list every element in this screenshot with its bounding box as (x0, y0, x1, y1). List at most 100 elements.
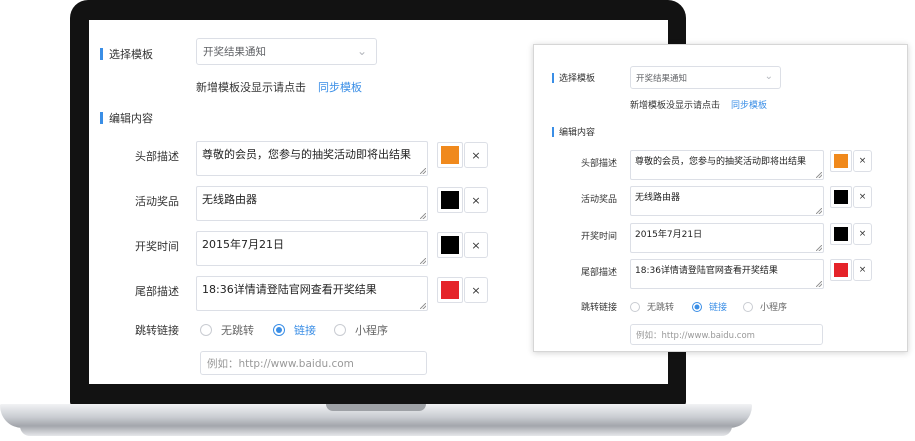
textarea-value: 尊敬的会员，您参与的抽奖活动即将出结果 (202, 148, 411, 161)
textarea-value: 无线路由器 (202, 193, 257, 206)
chevron-down-icon: ⌄ (764, 71, 773, 82)
radio-label: 链接 (709, 303, 728, 313)
color-picker-header[interactable] (437, 142, 463, 168)
preview-card: 选择模板 开奖结果通知 ⌄ 新增模板没显示请点击 同步模板 编辑内容 头部描述 … (533, 44, 908, 352)
template-select[interactable]: 开奖结果通知 ⌄ (630, 66, 781, 89)
resize-handle[interactable] (816, 245, 822, 251)
resize-handle[interactable] (420, 303, 426, 309)
prize-textarea[interactable]: 无线路由器 (196, 186, 428, 221)
radio-link[interactable]: 链接 (273, 322, 316, 338)
radio-link[interactable]: 链接 (692, 300, 727, 313)
radio-circle (743, 301, 753, 312)
section-title-content: 编辑内容 (100, 110, 153, 126)
clear-draw-time-button[interactable]: × (464, 232, 488, 258)
radio-label: 小程序 (355, 324, 388, 337)
radio-mini-program[interactable]: 小程序 (743, 300, 787, 313)
color-swatch (441, 191, 459, 209)
radio-circle (273, 324, 285, 336)
color-swatch (441, 236, 459, 254)
field-label-footer: 尾部描述 (580, 268, 617, 278)
color-picker-draw-time[interactable] (830, 223, 852, 245)
clear-footer-button[interactable]: × (464, 277, 488, 303)
clear-header-button[interactable]: × (853, 150, 872, 172)
clear-prize-button[interactable]: × (464, 187, 488, 213)
chevron-down-icon: ⌄ (356, 44, 367, 58)
radio-no-jump[interactable]: 无跳转 (630, 300, 674, 313)
section-accent-bar (552, 126, 554, 137)
section-title-content: 编辑内容 (552, 125, 595, 138)
field-label-prize: 活动奖品 (580, 195, 617, 205)
footer-description-textarea[interactable]: 18:36详情请登陆官网查看开奖结果 (630, 259, 824, 289)
color-picker-footer[interactable] (437, 277, 463, 303)
radio-no-jump[interactable]: 无跳转 (200, 322, 254, 338)
template-hint: 新增模板没显示请点击 (630, 101, 721, 111)
field-label-prize: 活动奖品 (135, 195, 179, 208)
clear-footer-button[interactable]: × (853, 259, 872, 281)
template-select-value: 开奖结果通知 (636, 73, 688, 84)
header-description-textarea[interactable]: 尊敬的会员，您参与的抽奖活动即将出结果 (630, 150, 824, 180)
section-title-text: 编辑内容 (109, 112, 153, 125)
radio-circle (692, 301, 702, 312)
url-placeholder: 例如：http://www.baidu.com (636, 330, 755, 341)
textarea-value: 2015年7月21日 (635, 230, 703, 240)
textarea-value: 无线路由器 (635, 193, 681, 203)
field-label-footer: 尾部描述 (135, 285, 179, 298)
laptop-notch (326, 404, 426, 411)
field-label-header: 头部描述 (580, 159, 617, 169)
field-label-draw-time: 开奖时间 (135, 240, 179, 253)
section-title-text: 选择模板 (559, 74, 596, 84)
section-title-text: 选择模板 (109, 48, 153, 61)
section-accent-bar (552, 72, 554, 83)
clear-prize-button[interactable]: × (853, 186, 872, 208)
color-picker-draw-time[interactable] (437, 232, 463, 258)
header-description-textarea[interactable]: 尊敬的会员，您参与的抽奖活动即将出结果 (196, 141, 428, 176)
clear-draw-time-button[interactable]: × (853, 223, 872, 245)
laptop-base-shadow (20, 426, 732, 436)
color-picker-prize[interactable] (830, 186, 852, 208)
draw-time-textarea[interactable]: 2015年7月21日 (196, 231, 428, 266)
color-picker-header[interactable] (830, 150, 852, 172)
radio-circle (200, 324, 212, 336)
jump-link-label: 跳转链接 (580, 303, 617, 313)
section-accent-bar (100, 112, 103, 124)
clear-header-button[interactable]: × (464, 142, 488, 168)
radio-label: 无跳转 (647, 303, 675, 313)
url-input[interactable]: 例如：http://www.baidu.com (630, 324, 823, 345)
draw-time-textarea[interactable]: 2015年7月21日 (630, 223, 824, 253)
section-title-template: 选择模板 (100, 46, 153, 62)
prize-textarea[interactable]: 无线路由器 (630, 186, 824, 216)
jump-link-label: 跳转链接 (135, 324, 179, 337)
sync-template-link[interactable]: 同步模板 (731, 98, 767, 111)
section-accent-bar (100, 48, 103, 60)
color-picker-footer[interactable] (830, 259, 852, 281)
color-swatch (834, 263, 848, 277)
color-picker-prize[interactable] (437, 187, 463, 213)
template-select[interactable]: 开奖结果通知 ⌄ (196, 38, 377, 65)
color-swatch (834, 154, 848, 168)
radio-circle (630, 301, 640, 312)
template-select-value: 开奖结果通知 (203, 46, 266, 58)
field-label-draw-time: 开奖时间 (580, 232, 617, 242)
textarea-value: 18:36详情请登陆官网查看开奖结果 (635, 266, 778, 276)
color-swatch (441, 281, 459, 299)
url-input[interactable]: 例如：http://www.baidu.com (200, 351, 427, 375)
url-placeholder: 例如：http://www.baidu.com (207, 357, 354, 370)
resize-handle[interactable] (816, 208, 822, 214)
radio-label: 无跳转 (221, 324, 254, 337)
resize-handle[interactable] (420, 213, 426, 219)
section-title-template: 选择模板 (552, 71, 595, 84)
footer-description-textarea[interactable]: 18:36详情请登陆官网查看开奖结果 (196, 276, 428, 311)
sync-template-link[interactable]: 同步模板 (318, 79, 362, 95)
radio-label: 链接 (294, 324, 316, 337)
field-label-header: 头部描述 (135, 150, 179, 163)
resize-handle[interactable] (420, 168, 426, 174)
template-hint: 新增模板没显示请点击 (196, 81, 306, 94)
resize-handle[interactable] (816, 172, 822, 178)
template-form-preview: 选择模板 开奖结果通知 ⌄ 新增模板没显示请点击 同步模板 编辑内容 头部描述 … (534, 45, 907, 351)
resize-handle[interactable] (816, 281, 822, 287)
radio-label: 小程序 (760, 303, 788, 313)
radio-circle (334, 324, 346, 336)
textarea-value: 2015年7月21日 (202, 238, 284, 251)
radio-mini-program[interactable]: 小程序 (334, 322, 388, 338)
resize-handle[interactable] (420, 258, 426, 264)
